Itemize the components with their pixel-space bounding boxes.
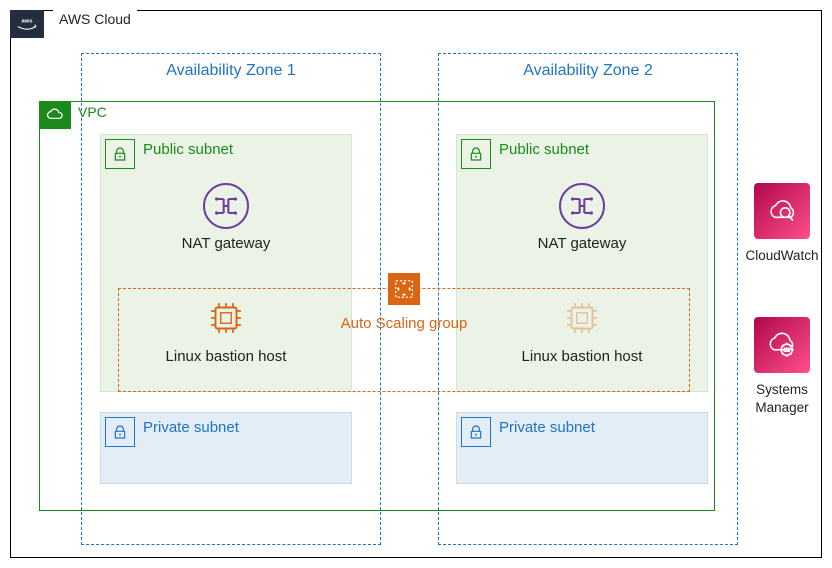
vpc-label: VPC — [78, 104, 107, 120]
nat-caption: NAT gateway — [457, 235, 707, 252]
nat-caption: NAT gateway — [101, 235, 351, 252]
systems-manager-icon — [754, 317, 810, 373]
nat-gateway-icon — [559, 183, 605, 229]
cloudwatch-icon — [754, 183, 810, 239]
lock-icon — [105, 139, 135, 169]
vpc-cloud-icon — [39, 101, 71, 129]
private-subnet-az2: Private subnet — [456, 412, 708, 484]
svg-text:aws: aws — [21, 19, 33, 25]
aws-cloud-group: aws AWS Cloud Availability Zone 1 Availa… — [10, 10, 822, 558]
lock-icon — [461, 139, 491, 169]
diagram-canvas: aws AWS Cloud Availability Zone 1 Availa… — [0, 0, 832, 568]
nat-gateway-az2: NAT gateway — [457, 183, 707, 252]
public-subnet-label: Public subnet — [143, 141, 233, 158]
az2-label: Availability Zone 2 — [439, 62, 737, 80]
vpc-group: VPC Public subnet NAT gateway — [39, 101, 715, 511]
nat-gateway-az1: NAT gateway — [101, 183, 351, 252]
private-subnet-az1: Private subnet — [100, 412, 352, 484]
auto-scaling-group: Auto Scaling group — [118, 288, 690, 392]
asg-label: Auto Scaling group — [119, 315, 689, 332]
nat-gateway-icon — [203, 183, 249, 229]
cloudwatch-caption: CloudWatch — [737, 247, 827, 265]
aws-logo-icon: aws — [10, 10, 44, 38]
service-systems-manager: Systems Manager — [737, 317, 827, 416]
public-subnet-label: Public subnet — [499, 141, 589, 158]
az1-label: Availability Zone 1 — [82, 62, 380, 80]
private-subnet-label: Private subnet — [143, 419, 239, 436]
lock-icon — [461, 417, 491, 447]
systems-manager-caption: Systems Manager — [737, 381, 827, 416]
service-cloudwatch: CloudWatch — [737, 183, 827, 265]
auto-scaling-icon — [388, 273, 420, 305]
lock-icon — [105, 417, 135, 447]
aws-cloud-label: AWS Cloud — [53, 9, 137, 29]
private-subnet-label: Private subnet — [499, 419, 595, 436]
